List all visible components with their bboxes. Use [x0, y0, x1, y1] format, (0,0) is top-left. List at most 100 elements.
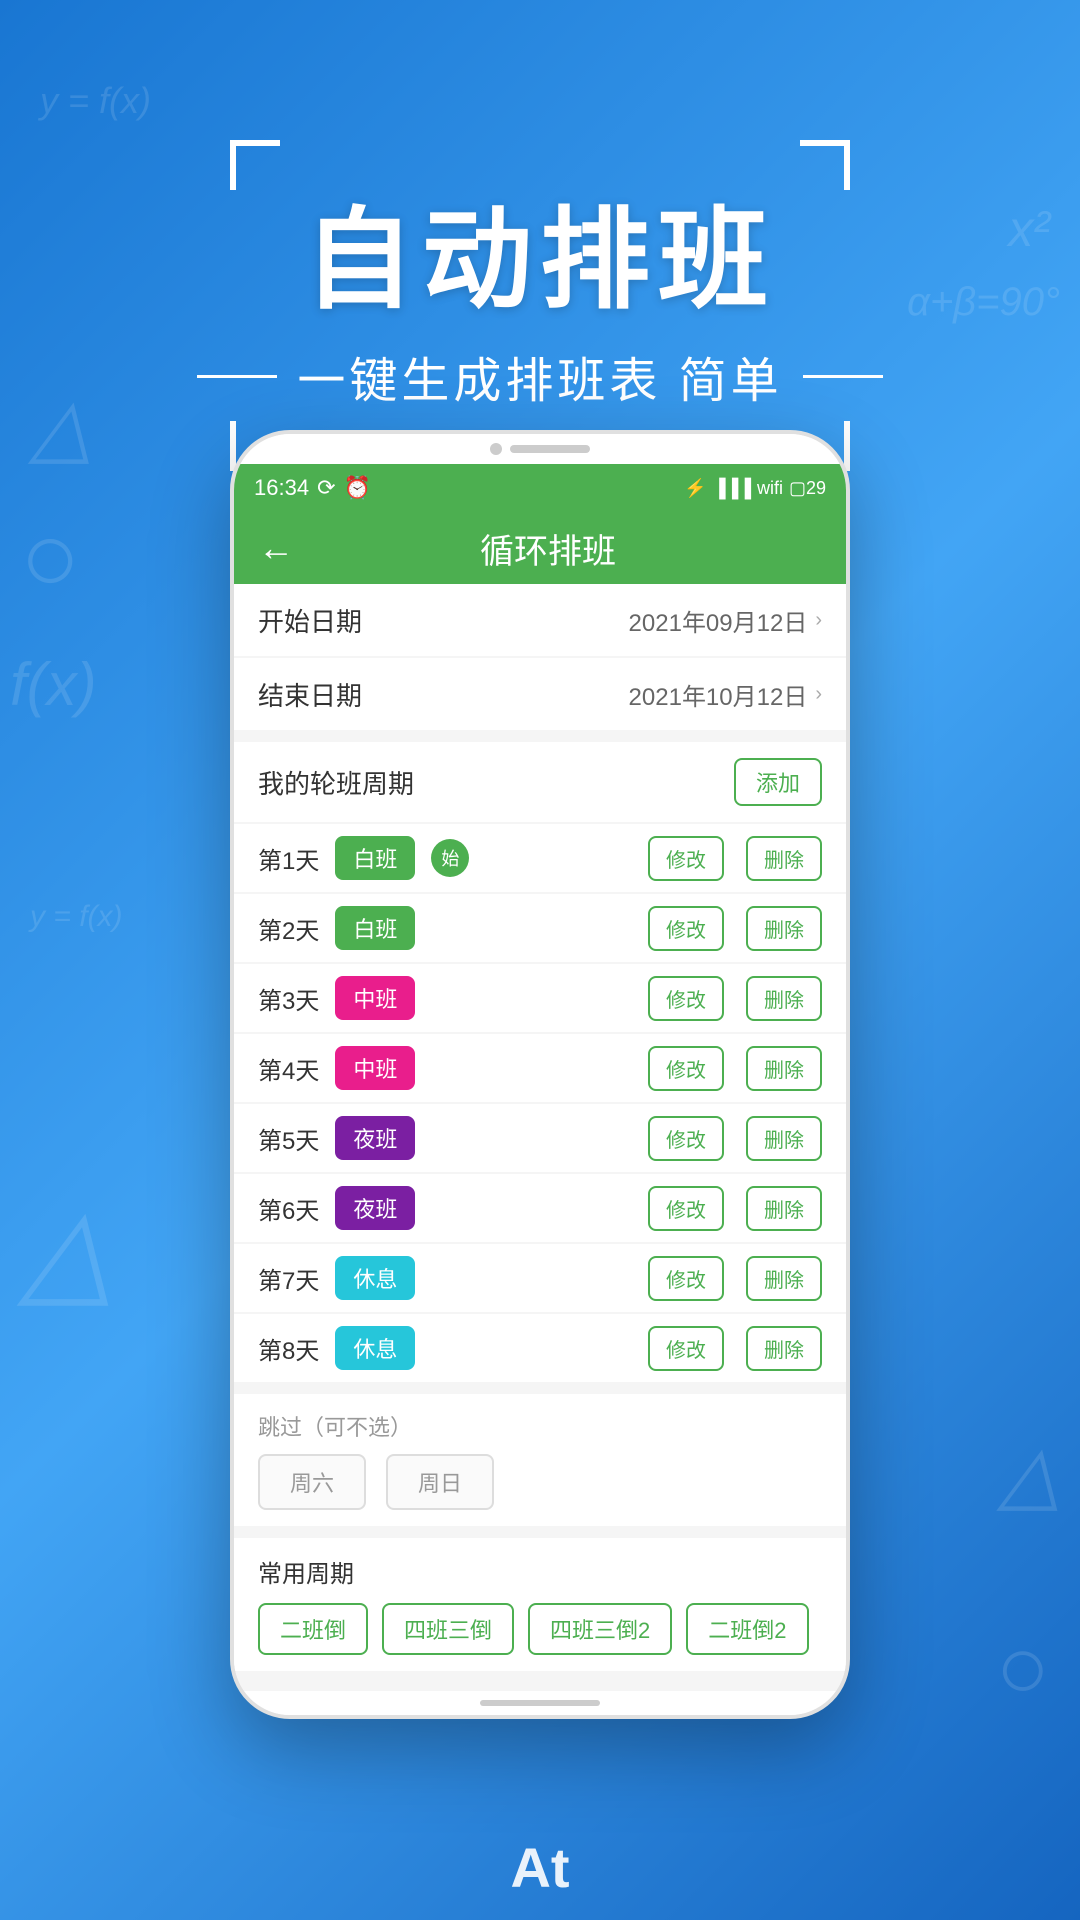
day-label-4: 第4天	[258, 1051, 319, 1086]
math-deco-10: y = f(x)	[30, 900, 123, 934]
status-left: 16:34 ⟳ ⏰	[254, 475, 371, 501]
math-deco-9: ○	[996, 1617, 1050, 1720]
delete-button-5[interactable]: 删除	[746, 1116, 822, 1161]
phone-mockup-container: 16:34 ⟳ ⏰ ⚡ ▐▐▐ wifi ▢29 ← 循环排班 开始日期 202…	[230, 430, 850, 1719]
shift-badge-6: 夜班	[335, 1186, 415, 1230]
math-deco-8: △	[20, 1181, 112, 1320]
modify-button-1[interactable]: 修改	[648, 836, 724, 881]
start-date-value: 2021年09月12日 ›	[629, 603, 822, 638]
day-row-8: 第8天休息 修改删除	[234, 1314, 846, 1382]
modify-button-2[interactable]: 修改	[648, 906, 724, 951]
modify-button-7[interactable]: 修改	[648, 1256, 724, 1301]
shift-badge-1: 白班	[335, 836, 415, 880]
shift-badge-5: 夜班	[335, 1116, 415, 1160]
bracket-top-right	[800, 140, 850, 190]
day-label-1: 第1天	[258, 841, 319, 876]
delete-button-8[interactable]: 删除	[746, 1326, 822, 1371]
modify-button-4[interactable]: 修改	[648, 1046, 724, 1091]
phone-mockup: 16:34 ⟳ ⏰ ⚡ ▐▐▐ wifi ▢29 ← 循环排班 开始日期 202…	[230, 430, 850, 1719]
math-deco-4: f(x)	[10, 650, 97, 719]
day-label-6: 第6天	[258, 1191, 319, 1226]
shift-badge-2: 白班	[335, 906, 415, 950]
common-title: 常用周期	[258, 1554, 822, 1589]
status-right: ⚡ ▐▐▐ wifi ▢29	[684, 478, 826, 499]
content-area: 开始日期 2021年09月12日 › 结束日期 2021年10月12日 › 我的…	[234, 584, 846, 1691]
day-row-6: 第6天夜班 修改删除	[234, 1174, 846, 1242]
day-rows-container: 第1天白班始修改删除第2天白班修改删除第3天中班修改删除第4天中班修改删除第5天…	[234, 824, 846, 1382]
skip-options: 周六 周日	[258, 1454, 822, 1510]
modify-button-8[interactable]: 修改	[648, 1326, 724, 1371]
bracket-top-left	[230, 140, 280, 190]
status-time: 16:34	[254, 475, 309, 501]
delete-button-6[interactable]: 删除	[746, 1186, 822, 1231]
phone-camera	[490, 443, 502, 455]
cycle-title: 我的轮班周期	[258, 764, 414, 801]
common-section: 常用周期 二班倒四班三倒四班三倒2 二班倒2	[234, 1538, 846, 1671]
signal-icon: ▐▐▐	[713, 478, 751, 499]
shift-badge-7: 休息	[335, 1256, 415, 1300]
wifi-icon: wifi	[757, 478, 783, 499]
start-badge-1: 始	[431, 839, 469, 877]
start-date-label: 开始日期	[258, 602, 362, 639]
hero-line-right	[803, 375, 883, 378]
delete-button-4[interactable]: 删除	[746, 1046, 822, 1091]
hero-subtitle-row: 一键生成排班表 简单	[0, 341, 1080, 411]
hero-subtitle: 一键生成排班表 简单	[297, 341, 782, 411]
day-row-4: 第4天中班 修改删除	[234, 1034, 846, 1102]
bottom-text: At	[510, 1835, 569, 1900]
common-options: 二班倒四班三倒四班三倒2 二班倒2	[258, 1603, 822, 1655]
phone-bottom	[234, 1691, 846, 1715]
day-label-8: 第8天	[258, 1331, 319, 1366]
delete-button-1[interactable]: 删除	[746, 836, 822, 881]
day-row-7: 第7天休息 修改删除	[234, 1244, 846, 1312]
app-bar-title: 循环排班	[324, 524, 772, 573]
status-bar: 16:34 ⟳ ⏰ ⚡ ▐▐▐ wifi ▢29	[234, 464, 846, 512]
hero-title: 自动排班	[0, 200, 1080, 321]
common-option-1[interactable]: 二班倒	[258, 1603, 368, 1655]
add-cycle-button[interactable]: 添加	[734, 758, 822, 806]
math-deco-7: △	[998, 1427, 1060, 1520]
day-row-3: 第3天中班 修改删除	[234, 964, 846, 1032]
end-date-chevron: ›	[815, 683, 822, 706]
start-date-row[interactable]: 开始日期 2021年09月12日 ›	[234, 584, 846, 656]
day-label-5: 第5天	[258, 1121, 319, 1156]
battery-icon: ▢29	[789, 478, 826, 499]
shift-badge-4: 中班	[335, 1046, 415, 1090]
status-sync-icon: ⟳	[317, 475, 335, 501]
bluetooth-icon: ⚡	[684, 478, 706, 499]
app-bar: ← 循环排班	[234, 512, 846, 584]
end-date-row[interactable]: 结束日期 2021年10月12日 ›	[234, 658, 846, 730]
hero-section: 自动排班 一键生成排班表 简单	[0, 0, 1080, 471]
home-indicator	[480, 1700, 600, 1706]
shift-badge-3: 中班	[335, 976, 415, 1020]
common-option-4[interactable]: 二班倒2	[686, 1603, 808, 1655]
shift-badge-8: 休息	[335, 1326, 415, 1370]
skip-saturday[interactable]: 周六	[258, 1454, 366, 1510]
day-label-3: 第3天	[258, 981, 319, 1016]
common-option-2[interactable]: 四班三倒	[382, 1603, 514, 1655]
start-date-chevron: ›	[815, 609, 822, 632]
day-label-2: 第2天	[258, 911, 319, 946]
delete-button-7[interactable]: 删除	[746, 1256, 822, 1301]
modify-button-3[interactable]: 修改	[648, 976, 724, 1021]
modify-button-5[interactable]: 修改	[648, 1116, 724, 1161]
day-row-5: 第5天夜班 修改删除	[234, 1104, 846, 1172]
skip-section: 跳过（可不选） 周六 周日	[234, 1394, 846, 1526]
status-alarm-icon: ⏰	[344, 475, 371, 501]
common-option-3[interactable]: 四班三倒2	[528, 1603, 672, 1655]
day-row-2: 第2天白班 修改删除	[234, 894, 846, 962]
delete-button-3[interactable]: 删除	[746, 976, 822, 1021]
hero-line-left	[197, 375, 277, 378]
day-label-7: 第7天	[258, 1261, 319, 1296]
end-date-label: 结束日期	[258, 676, 362, 713]
math-deco-2: ○	[20, 500, 80, 615]
cycle-section-header: 我的轮班周期 添加	[234, 742, 846, 822]
modify-button-6[interactable]: 修改	[648, 1186, 724, 1231]
skip-sunday[interactable]: 周日	[386, 1454, 494, 1510]
delete-button-2[interactable]: 删除	[746, 906, 822, 951]
phone-speaker	[510, 445, 590, 453]
day-row-1: 第1天白班始 修改删除	[234, 824, 846, 892]
back-button[interactable]: ←	[258, 527, 294, 569]
end-date-value: 2021年10月12日 ›	[629, 677, 822, 712]
skip-title: 跳过（可不选）	[258, 1410, 822, 1442]
